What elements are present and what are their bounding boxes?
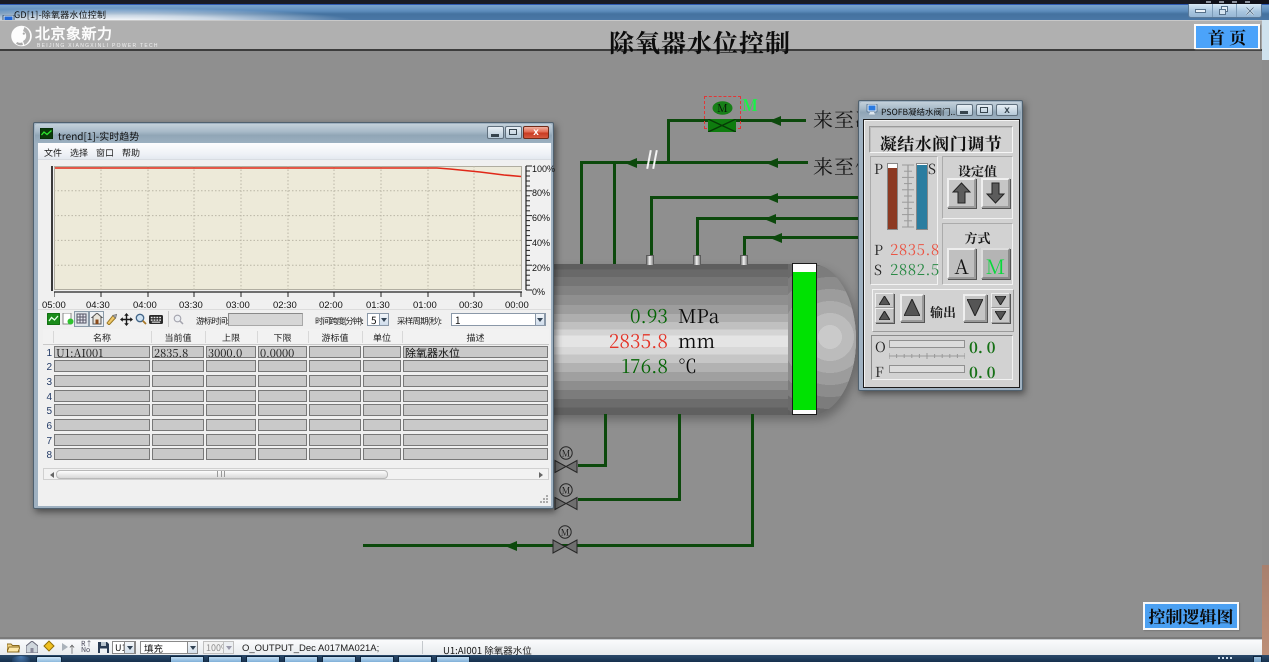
svg-text:M: M <box>561 526 570 539</box>
svg-text:M: M <box>562 484 571 497</box>
svg-text:M: M <box>562 447 571 460</box>
svg-text:M: M <box>717 101 728 115</box>
